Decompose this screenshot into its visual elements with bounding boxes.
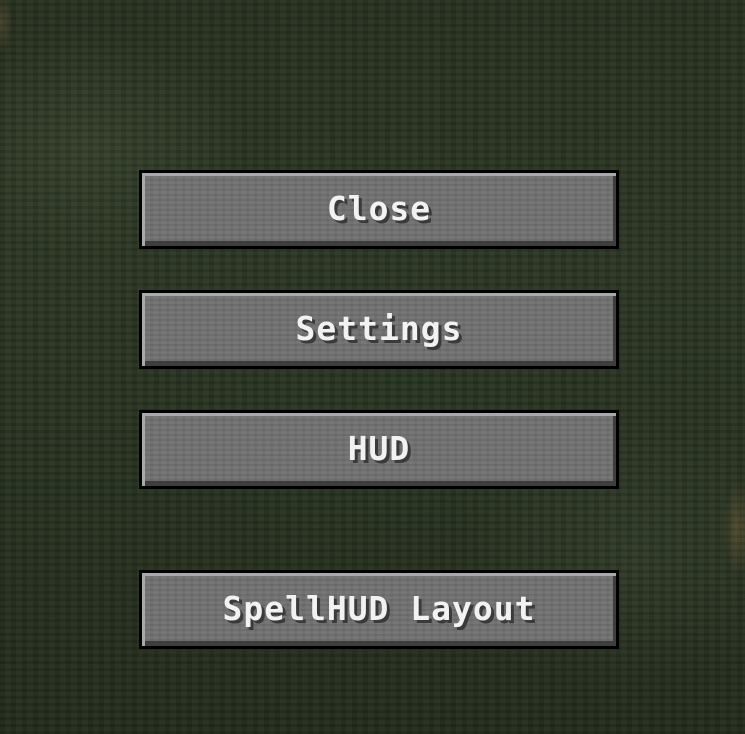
settings-button-label: Settings (295, 308, 463, 348)
hud-button[interactable]: HUD (139, 410, 619, 489)
hud-button-label: HUD (347, 428, 411, 468)
spellhud-layout-button-label: SpellHUD Layout (222, 588, 536, 628)
close-button[interactable]: Close (139, 170, 619, 249)
spellhud-layout-button[interactable]: SpellHUD Layout (139, 570, 619, 649)
settings-button[interactable]: Settings (139, 290, 619, 369)
close-button-label: Close (326, 188, 432, 228)
